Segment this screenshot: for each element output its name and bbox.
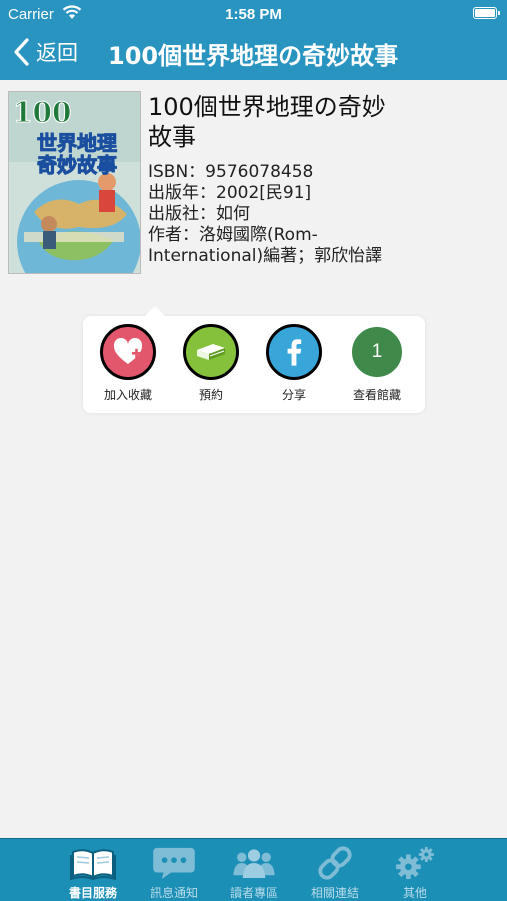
tab-label: 讀者專區 xyxy=(229,886,278,900)
tab-related-links[interactable]: 相關連結 xyxy=(290,843,380,901)
year-text: 出版年：2002[民91] xyxy=(148,183,312,203)
book-title: 100個世界地理の奇妙故事 xyxy=(148,93,386,151)
share-label: 分享 xyxy=(281,388,306,402)
tab-label: 其他 xyxy=(402,886,427,900)
publisher-text: 出版社：如何 xyxy=(148,204,250,224)
reserve-button[interactable]: 預約 xyxy=(171,324,251,403)
link-icon xyxy=(290,843,380,883)
chevron-left-icon xyxy=(14,38,29,66)
holdings-count-badge: 1 xyxy=(349,324,405,380)
tab-other[interactable]: 其他 xyxy=(370,843,460,901)
isbn-text: ISBN：9576078458 xyxy=(148,162,314,182)
add-favorite-button[interactable]: 加入收藏 xyxy=(88,324,168,403)
book-icon xyxy=(183,324,239,380)
open-book-icon xyxy=(48,843,138,883)
tab-label: 訊息通知 xyxy=(149,886,198,900)
view-holdings-label: 查看館藏 xyxy=(352,388,401,402)
chat-bubble-icon xyxy=(129,843,219,883)
battery-icon xyxy=(473,7,500,19)
book-cover-image[interactable]: 100 世界地理 奇妙故事 xyxy=(8,91,141,274)
users-icon xyxy=(209,843,299,883)
back-button[interactable]: 返回 xyxy=(12,34,78,70)
reserve-label: 預約 xyxy=(198,388,223,402)
back-label: 返回 xyxy=(36,41,78,65)
heart-plus-icon xyxy=(100,324,156,380)
page-title: 100個世界地理の奇妙故事 xyxy=(108,42,399,70)
tab-notifications[interactable]: 訊息通知 xyxy=(129,843,219,901)
gears-icon xyxy=(370,843,460,883)
view-holdings-button[interactable]: 1 查看館藏 xyxy=(337,324,417,403)
action-popup: 加入收藏 預約 分享 1 查看館藏 xyxy=(83,306,425,413)
cover-title-text: 世界地理 奇妙故事 xyxy=(37,131,118,177)
author-text: 作者：洛姆國際(Rom-International)編著；郭欣怡譯 xyxy=(148,225,383,266)
status-bar: Carrier 1:58 PM xyxy=(0,0,507,28)
share-button[interactable]: 分享 xyxy=(254,324,334,403)
book-metadata: ISBN：9576078458 出版年：2002[民91] 出版社：如何 作者：… xyxy=(148,162,408,267)
tab-label: 相關連結 xyxy=(310,886,359,900)
top-bar: Carrier 1:58 PM 返回 100個世界地理の奇妙故事 xyxy=(0,0,507,80)
tab-reader-area[interactable]: 讀者專區 xyxy=(209,843,299,901)
clock: 1:58 PM xyxy=(225,6,282,23)
tab-bibliographic-service[interactable]: 書目服務 xyxy=(48,843,138,901)
cover-number: 100 xyxy=(12,96,72,130)
tab-bar: 書目服務 訊息通知 讀者專區 相關連結 其他 xyxy=(0,838,507,901)
facebook-icon xyxy=(266,324,322,380)
tab-label: 書目服務 xyxy=(68,886,117,900)
add-favorite-label: 加入收藏 xyxy=(103,388,152,402)
